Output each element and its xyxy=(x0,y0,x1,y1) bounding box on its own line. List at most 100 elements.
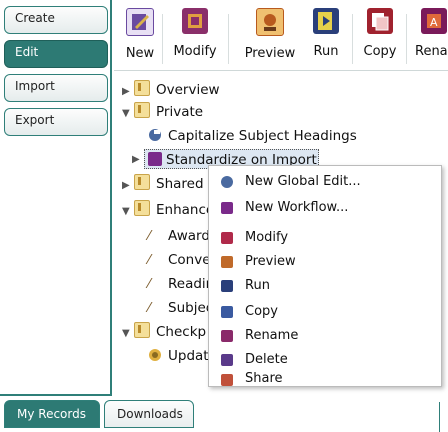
create-button-label: Create xyxy=(15,11,55,25)
expand-arrow-icon[interactable]: ▶ xyxy=(122,82,134,102)
toolbar-new-button[interactable]: New xyxy=(122,8,158,68)
tree-item-readir[interactable]: ⁄ Readir xyxy=(148,274,211,294)
toolbar-modify-button[interactable]: Modify xyxy=(170,8,220,68)
tree-item-shared[interactable]: ▶ Shared xyxy=(122,174,204,194)
tree-label: Conve xyxy=(168,252,211,268)
create-button[interactable]: Create xyxy=(4,6,108,34)
svg-text:A: A xyxy=(430,16,438,29)
collapse-arrow-icon[interactable]: ▼ xyxy=(122,104,134,124)
tree-item-conve[interactable]: ⁄ Conve xyxy=(148,250,211,270)
menu-item-label: Run xyxy=(245,278,270,293)
delete-icon xyxy=(221,354,233,366)
tree-item-checkp[interactable]: ▼ Checkp xyxy=(122,322,206,342)
folder-icon xyxy=(134,322,150,338)
panel-edge xyxy=(439,402,448,432)
share-icon xyxy=(221,374,233,386)
tree-item-award[interactable]: ⁄ Award xyxy=(148,226,210,246)
tree-item-capitalize[interactable]: Capitalize Subject Headings xyxy=(148,126,357,146)
tree-label: Enhance xyxy=(156,202,215,218)
preview-icon xyxy=(256,8,284,36)
context-menu: New Global Edit... New Workflow... Modif… xyxy=(208,165,442,387)
toolbar-divider xyxy=(352,14,353,64)
edit-button-label: Edit xyxy=(15,45,39,59)
menu-item-label: Share xyxy=(245,372,283,386)
copy-icon xyxy=(367,8,393,34)
folder-icon xyxy=(134,174,150,190)
menu-item-modify[interactable]: Modify xyxy=(209,226,441,250)
tree-label: Shared xyxy=(156,176,204,192)
tree-label: Capitalize Subject Headings xyxy=(168,128,357,144)
menu-item-rename[interactable]: Rename xyxy=(209,324,441,348)
toolbar-divider xyxy=(162,14,163,64)
menu-item-label: Preview xyxy=(245,254,296,269)
tree-label: Updat xyxy=(168,348,209,364)
folder-icon xyxy=(134,102,150,118)
tree-label: Subjec xyxy=(168,300,214,316)
menu-item-label: Copy xyxy=(245,304,278,319)
toolbar-copy-label: Copy xyxy=(363,44,397,59)
collapse-arrow-icon[interactable]: ▼ xyxy=(122,324,134,344)
toolbar-preview-button[interactable]: Preview xyxy=(240,8,300,68)
menu-item-run[interactable]: Run xyxy=(209,274,441,298)
menu-item-new-global-edit[interactable]: New Global Edit... xyxy=(209,170,441,194)
new-edit-icon xyxy=(126,8,154,36)
toolbar-rename-label: Renar xyxy=(415,44,448,59)
tree-label: Checkp xyxy=(156,324,207,340)
tree-item-private[interactable]: ▼ Private xyxy=(122,102,203,122)
menu-item-label: Modify xyxy=(245,230,289,245)
tree-label: Award xyxy=(168,228,210,244)
tree-item-enhance[interactable]: ▼ Enhance xyxy=(122,200,214,220)
menu-item-share[interactable]: Share xyxy=(209,372,441,386)
tab-downloads[interactable]: Downloads xyxy=(104,400,194,428)
collapse-arrow-icon[interactable]: ▼ xyxy=(122,202,134,222)
toolbar-divider xyxy=(406,14,407,64)
tree-label: Overview xyxy=(156,82,220,98)
toolbar-preview-label: Preview xyxy=(244,46,296,61)
expand-arrow-icon[interactable]: ▶ xyxy=(122,176,134,196)
global-edit-icon xyxy=(221,176,233,188)
menu-item-copy[interactable]: Copy xyxy=(209,300,441,324)
toolbar-run-button[interactable]: Run xyxy=(308,8,344,68)
tree-item-subjec[interactable]: ⁄ Subjec xyxy=(148,298,213,318)
rename-icon: A xyxy=(421,8,447,34)
import-button-label: Import xyxy=(15,79,55,93)
modify-icon xyxy=(182,8,208,34)
toolbar-copy-button[interactable]: Copy xyxy=(360,8,400,68)
tree-label: Private xyxy=(156,104,204,120)
menu-item-label: New Global Edit... xyxy=(245,174,361,189)
tree-item-overview[interactable]: ▶ Overview xyxy=(122,80,220,100)
update-icon xyxy=(148,348,162,362)
magic-wand-icon: ⁄ xyxy=(148,277,151,292)
copy-icon xyxy=(221,306,233,318)
modify-icon xyxy=(221,232,233,244)
menu-item-new-workflow[interactable]: New Workflow... xyxy=(209,196,441,220)
toolbar-new-label: New xyxy=(125,46,155,61)
menu-item-label: Delete xyxy=(245,352,288,367)
expand-arrow-icon[interactable]: ▶ xyxy=(132,150,144,170)
tree-item-updat[interactable]: Updat xyxy=(148,346,209,366)
folder-icon xyxy=(134,200,150,216)
toolbar-run-label: Run xyxy=(313,44,339,59)
workflow-icon xyxy=(148,152,162,166)
magic-wand-icon: ⁄ xyxy=(148,229,151,244)
export-button-label: Export xyxy=(15,113,55,127)
magic-wand-icon: ⁄ xyxy=(148,253,151,268)
run-icon xyxy=(313,8,339,34)
import-button[interactable]: Import xyxy=(4,74,108,102)
tree-label: Readir xyxy=(168,276,212,292)
toolbar-rename-button[interactable]: A Renar xyxy=(412,8,448,68)
menu-item-label: New Workflow... xyxy=(245,200,349,215)
rename-icon xyxy=(221,330,233,342)
magic-wand-icon: ⁄ xyxy=(148,301,151,316)
export-button[interactable]: Export xyxy=(4,108,108,136)
edit-button[interactable]: Edit xyxy=(4,40,108,68)
toolbar-divider xyxy=(228,14,229,64)
tab-label: Downloads xyxy=(117,407,183,421)
bottom-tab-bar: My Records Downloads xyxy=(0,396,448,432)
tab-my-records[interactable]: My Records xyxy=(4,400,100,428)
toolbar: New Modify Preview Run Copy A Renar xyxy=(114,0,448,71)
menu-item-label: Rename xyxy=(245,328,299,343)
folder-icon xyxy=(134,80,150,96)
menu-item-preview[interactable]: Preview xyxy=(209,250,441,274)
menu-item-delete[interactable]: Delete xyxy=(209,348,441,372)
